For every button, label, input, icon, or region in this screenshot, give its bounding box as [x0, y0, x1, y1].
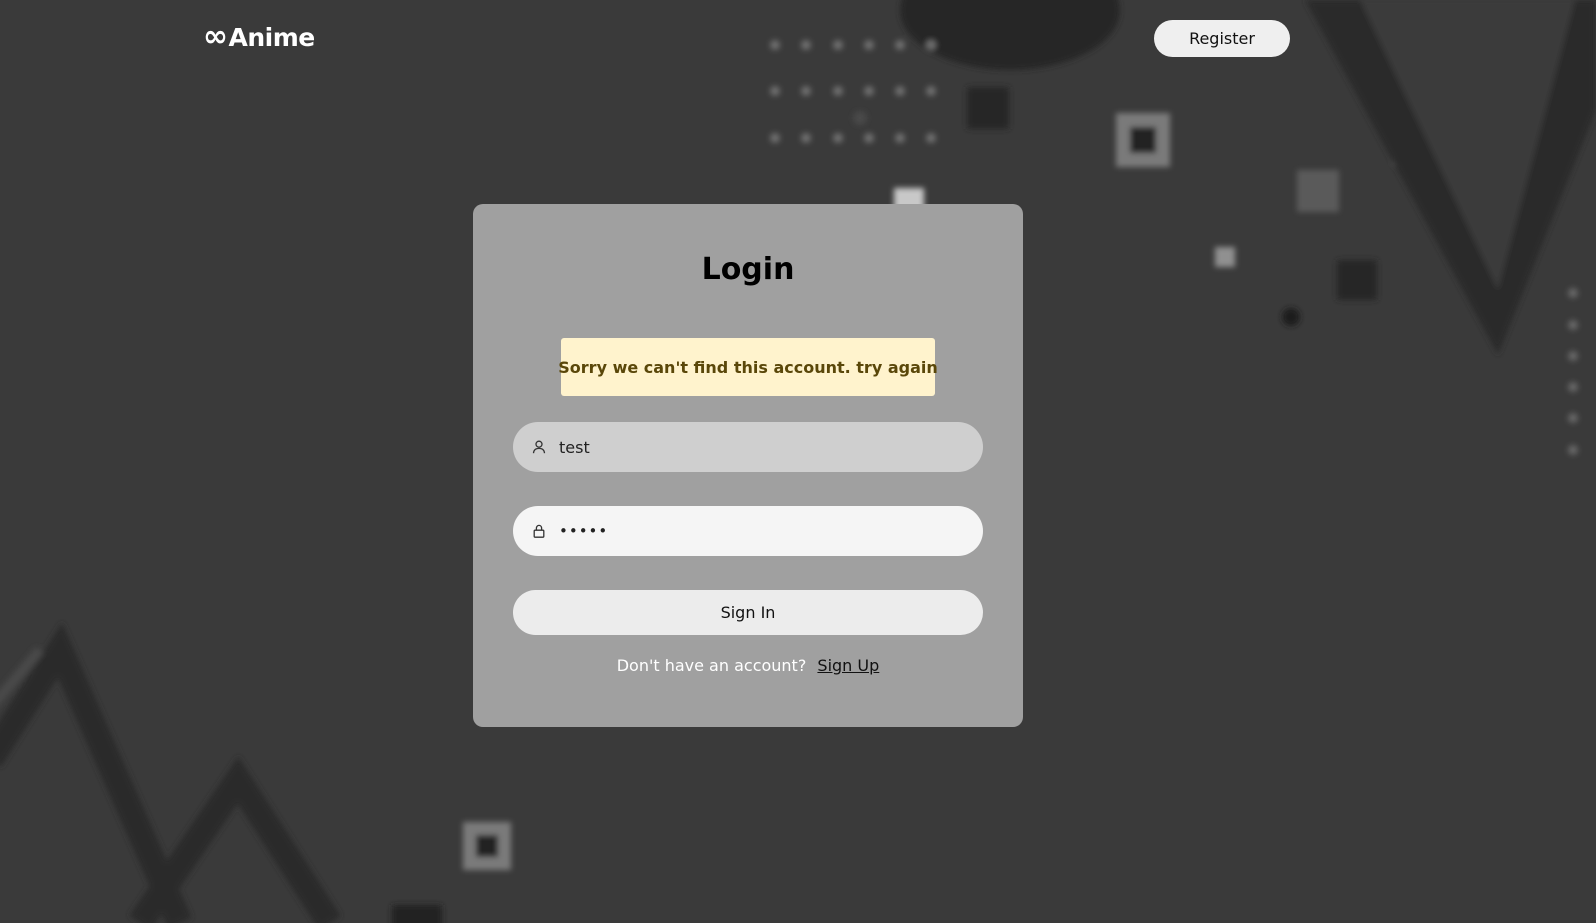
login-card: Login Sorry we can't find this account. … — [473, 204, 1023, 727]
signup-prompt: Don't have an account? Sign Up — [473, 656, 1023, 675]
sign-up-link[interactable]: Sign Up — [817, 656, 879, 675]
app-logo[interactable]: ∞ Anime — [203, 22, 315, 52]
lock-icon — [531, 523, 547, 539]
password-field[interactable]: ••••• — [513, 506, 983, 556]
no-account-text: Don't have an account? — [616, 656, 807, 675]
user-icon — [531, 439, 547, 455]
login-title: Login — [701, 252, 795, 287]
infinity-logo-icon: ∞ — [203, 19, 228, 54]
logo-text: Anime — [228, 22, 316, 52]
username-value[interactable]: test — [559, 438, 590, 457]
register-button[interactable]: Register — [1154, 20, 1290, 57]
sign-in-button[interactable]: Sign In — [513, 590, 983, 635]
password-value[interactable]: ••••• — [559, 522, 608, 540]
username-field[interactable]: test — [513, 422, 983, 472]
error-alert: Sorry we can't find this account. try ag… — [558, 338, 938, 396]
